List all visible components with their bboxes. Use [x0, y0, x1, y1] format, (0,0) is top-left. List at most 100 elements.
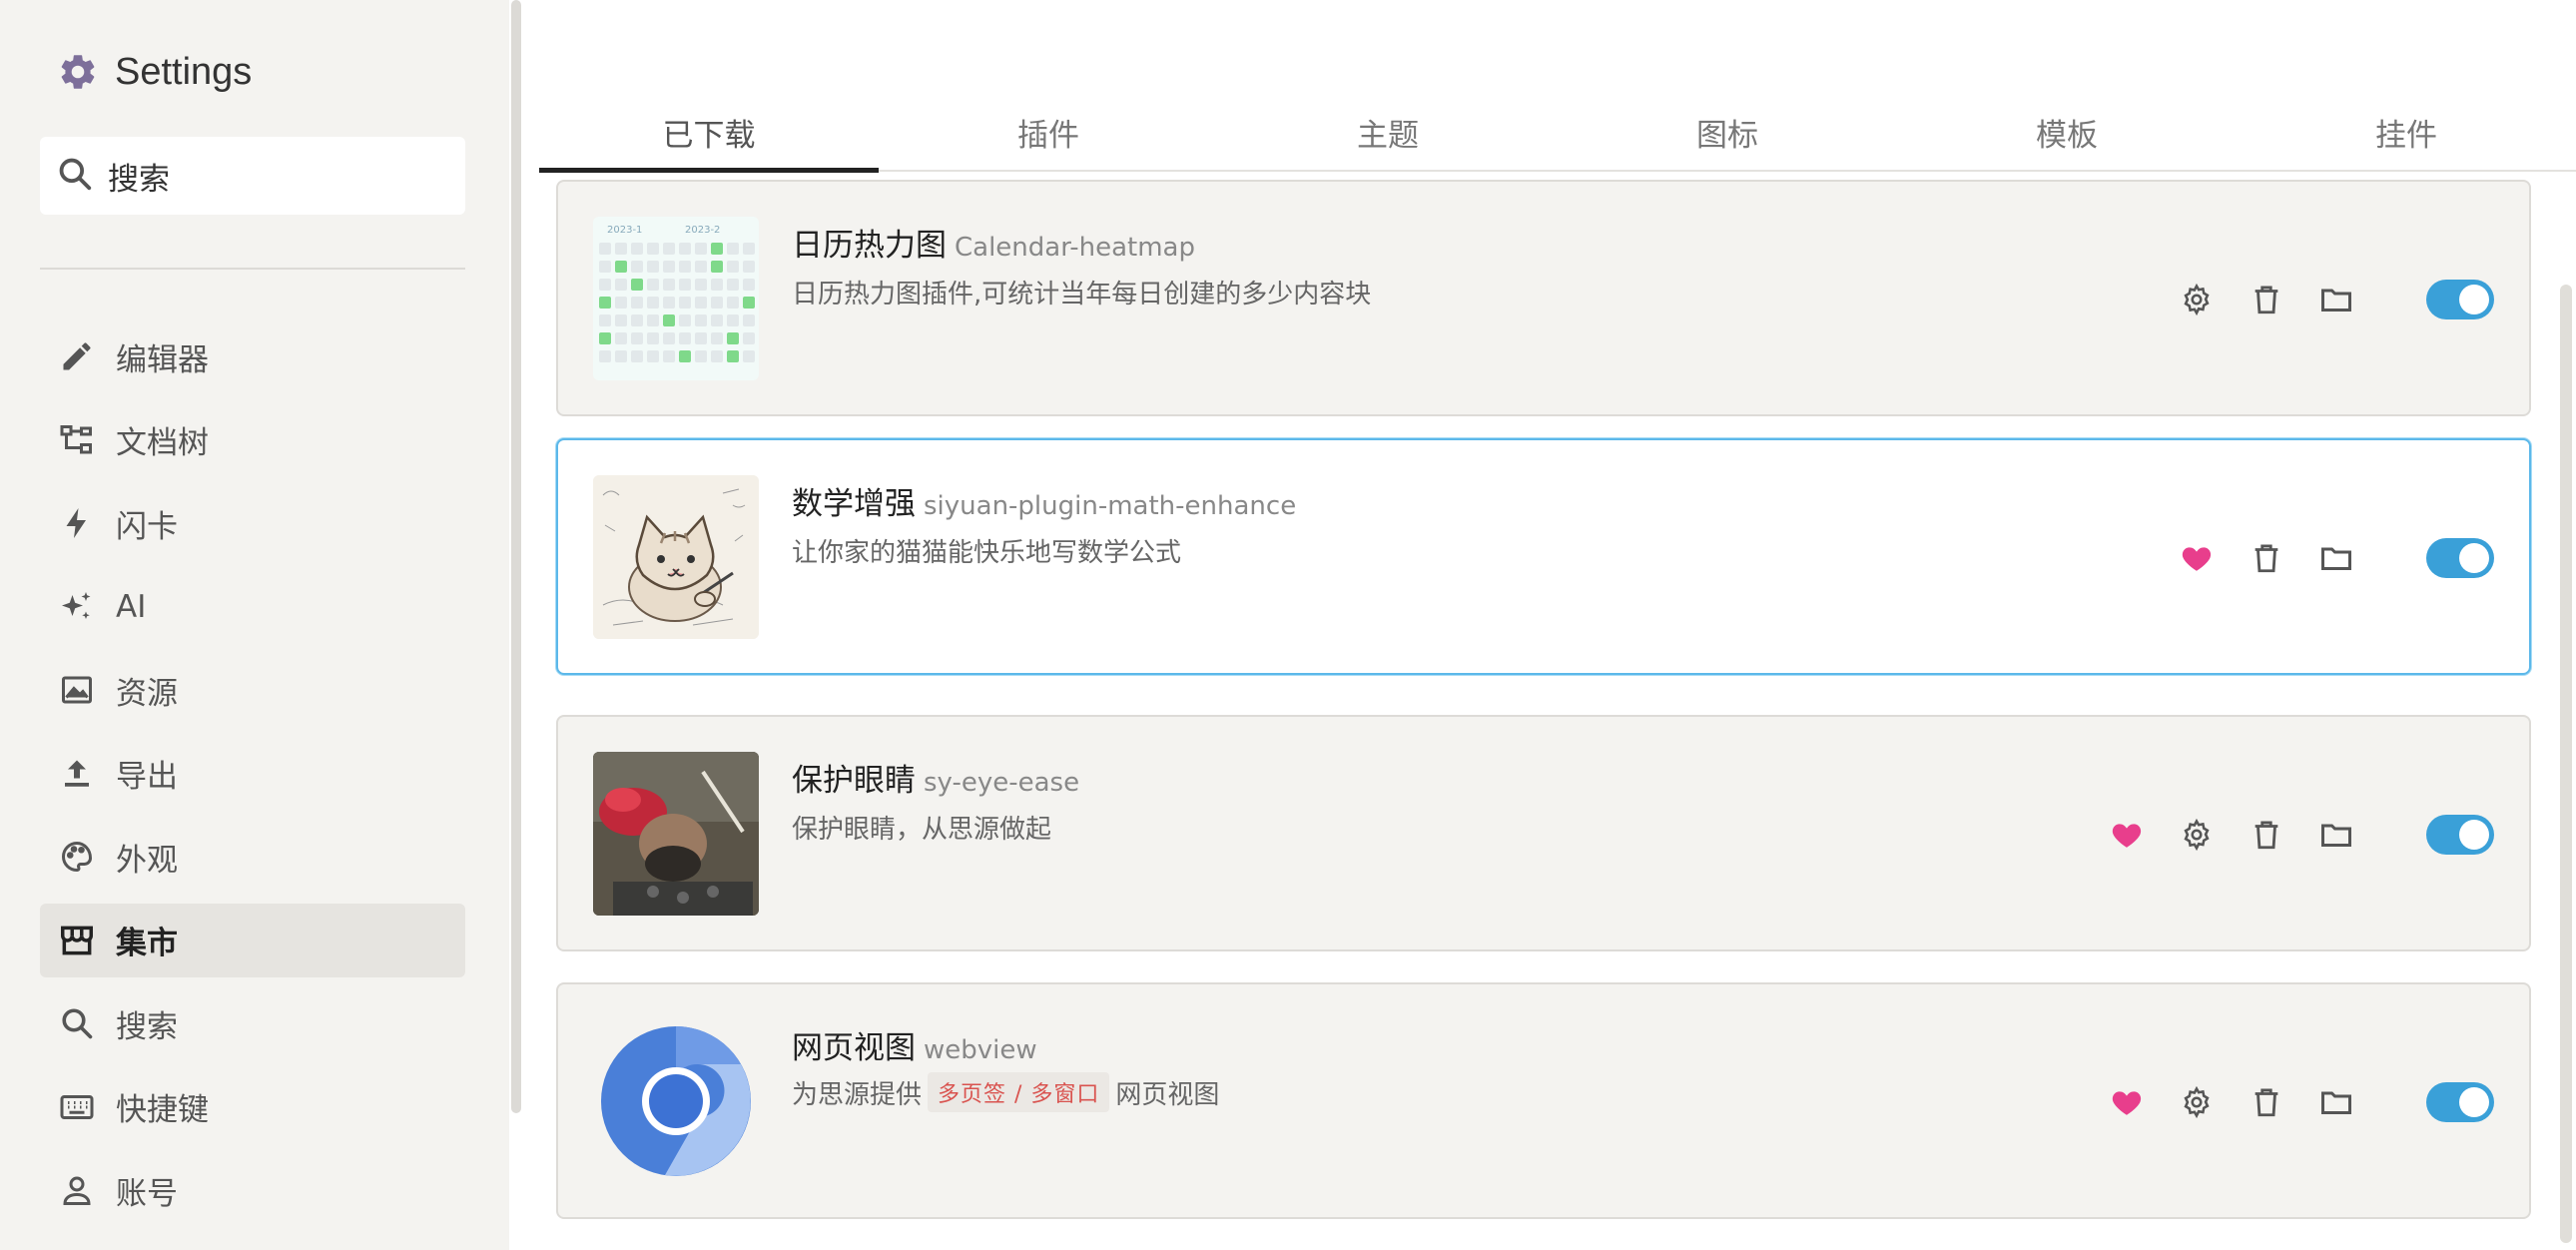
delete-button[interactable]	[2237, 1072, 2296, 1132]
bolt-icon	[56, 502, 98, 544]
sidebar-item-label: 账号	[116, 1175, 178, 1212]
sidebar-item-search[interactable]: 搜索	[40, 986, 465, 1060]
plugin-package: siyuan-plugin-math-enhance	[924, 491, 1297, 521]
sidebar-item-label: 导出	[116, 759, 178, 795]
delete-button[interactable]	[2237, 805, 2296, 865]
bazaar-panel: 已下载 插件 主题 图标 模板 挂件 2023-1 2023-2 日历热力图 Ca…	[521, 0, 2576, 1250]
tab-widgets[interactable]: 挂件	[2237, 95, 2576, 170]
upload-icon	[56, 753, 98, 795]
store-icon	[56, 920, 98, 961]
folder-button[interactable]	[2306, 528, 2366, 588]
svg-text:2023-2: 2023-2	[685, 225, 720, 236]
plugin-description: 让你家的猫猫能快乐地写数学公式	[792, 538, 1182, 568]
sidebar-item-label: 编辑器	[116, 341, 209, 378]
plugin-thumbnail: 2023-1 2023-2	[593, 217, 759, 380]
enable-toggle[interactable]	[2426, 538, 2494, 578]
keyboard-icon	[56, 1086, 98, 1128]
plugin-package: webview	[924, 1035, 1037, 1065]
heart-icon[interactable]	[2167, 528, 2227, 588]
plugin-card-math-enhance[interactable]: 数学增强 siyuan-plugin-math-enhance 让你家的猫猫能快乐…	[556, 438, 2531, 675]
sidebar-header: Settings	[57, 44, 252, 100]
toggle-knob	[2459, 1087, 2489, 1117]
sidebar-item-label: 文档树	[116, 425, 209, 461]
plugin-actions	[2087, 805, 2529, 865]
plugin-card-eye-ease[interactable]: 保护眼睛 sy-eye-ease 保护眼睛，从思源做起	[556, 715, 2531, 951]
plugin-thumbnail	[593, 752, 759, 916]
toggle-knob	[2459, 285, 2489, 314]
sidebar-item-account[interactable]: 账号	[40, 1153, 465, 1227]
image-icon	[56, 669, 98, 711]
sidebar-item-label: 搜索	[116, 1008, 178, 1045]
plugin-name: 网页视图 webview	[792, 1030, 1037, 1066]
heart-icon[interactable]	[2097, 1072, 2157, 1132]
sidebar-scrollbar[interactable]	[511, 0, 521, 1113]
sidebar-item-label: 集市	[116, 926, 178, 961]
plugin-description: 日历热力图插件,可统计当年每日创建的多少内容块	[792, 280, 1372, 310]
settings-button[interactable]	[2167, 270, 2227, 329]
sidebar-item-export[interactable]: 导出	[40, 737, 465, 811]
bazaar-tabs: 已下载 插件 主题 图标 模板 挂件	[539, 95, 2576, 173]
tab-templates[interactable]: 模板	[1897, 95, 2237, 170]
tab-plugins[interactable]: 插件	[879, 95, 1218, 170]
svg-text:2023-1: 2023-1	[607, 225, 642, 236]
sidebar-item-flashcard[interactable]: 闪卡	[40, 486, 465, 560]
toggle-knob	[2459, 820, 2489, 850]
main-scrollbar[interactable]	[2560, 285, 2572, 1243]
chrome-icon	[593, 1019, 759, 1183]
plugin-actions	[2157, 270, 2529, 329]
enable-toggle[interactable]	[2426, 1082, 2494, 1122]
sidebar-item-label: 闪卡	[116, 508, 178, 545]
plugin-package: sy-eye-ease	[924, 768, 1080, 798]
plugin-name: 保护眼睛 sy-eye-ease	[792, 763, 1080, 799]
tree-icon	[56, 419, 98, 461]
enable-toggle[interactable]	[2426, 815, 2494, 855]
settings-button[interactable]	[2167, 805, 2227, 865]
sidebar-item-label: AI	[116, 588, 147, 625]
sidebar-item-label: 资源	[116, 675, 178, 712]
inline-code-tag: 多页签 / 多窗口	[928, 1072, 1110, 1112]
sparkles-icon	[56, 586, 98, 628]
sidebar-item-keymap[interactable]: 快捷键	[40, 1070, 465, 1144]
plugin-card-webview[interactable]: 网页视图 webview 为思源提供 多页签 / 多窗口 网页视图	[556, 982, 2531, 1219]
sidebar-search-input[interactable]: 搜索	[40, 137, 465, 215]
sidebar-item-filetree[interactable]: 文档树	[40, 403, 465, 477]
settings-sidebar: Settings 搜索 编辑器 文档树 闪卡 AI 资源 导出 外观 集市 搜索…	[0, 0, 509, 1250]
plugin-package: Calendar-heatmap	[955, 233, 1195, 263]
folder-button[interactable]	[2306, 1072, 2366, 1132]
plugin-actions	[2157, 528, 2529, 588]
enable-toggle[interactable]	[2426, 280, 2494, 319]
plugin-actions	[2087, 1072, 2529, 1132]
delete-button[interactable]	[2237, 528, 2296, 588]
search-icon	[56, 155, 94, 197]
plugin-description: 为思源提供 多页签 / 多窗口 网页视图	[792, 1072, 1219, 1112]
folder-button[interactable]	[2306, 270, 2366, 329]
sidebar-title: Settings	[115, 50, 253, 93]
pencil-icon	[56, 335, 98, 377]
gear-icon	[57, 51, 99, 93]
plugin-name: 日历热力图 Calendar-heatmap	[792, 228, 1195, 264]
delete-button[interactable]	[2237, 270, 2296, 329]
user-icon	[56, 1169, 98, 1211]
tab-icons[interactable]: 图标	[1558, 95, 1897, 170]
folder-button[interactable]	[2306, 805, 2366, 865]
sidebar-item-appearance[interactable]: 外观	[40, 820, 465, 894]
toggle-knob	[2459, 543, 2489, 573]
tab-downloaded[interactable]: 已下载	[539, 95, 879, 173]
plugin-thumbnail	[593, 475, 759, 639]
search-placeholder: 搜索	[108, 161, 170, 198]
sidebar-item-ai[interactable]: AI	[40, 570, 465, 644]
palette-icon	[56, 836, 98, 878]
sidebar-item-bazaar[interactable]: 集市	[40, 903, 465, 977]
sidebar-nav: 编辑器 文档树 闪卡 AI 资源 导出 外观 集市 搜索 快捷键 账号	[40, 319, 465, 1237]
tab-themes[interactable]: 主题	[1218, 95, 1558, 170]
sidebar-item-assets[interactable]: 资源	[40, 653, 465, 727]
settings-button[interactable]	[2167, 1072, 2227, 1132]
plugin-card-calendar-heatmap[interactable]: 2023-1 2023-2 日历热力图 Calendar-heatmap 日历热力…	[556, 180, 2531, 416]
search-icon	[56, 1002, 98, 1044]
heart-icon[interactable]	[2097, 805, 2157, 865]
sidebar-item-label: 外观	[116, 842, 178, 879]
sidebar-divider	[40, 268, 465, 270]
sidebar-item-label: 快捷键	[116, 1092, 209, 1128]
plugin-name: 数学增强 siyuan-plugin-math-enhance	[792, 486, 1297, 522]
sidebar-item-editor[interactable]: 编辑器	[40, 319, 465, 393]
